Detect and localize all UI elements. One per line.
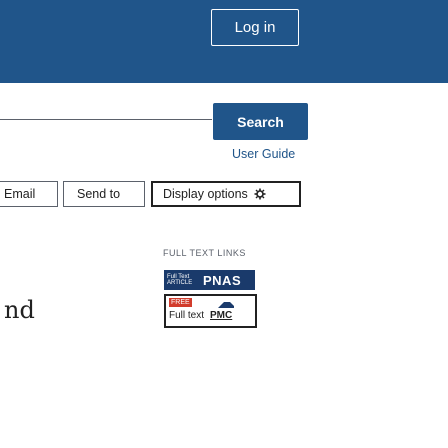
user-guide-link[interactable]: User Guide — [232, 147, 295, 161]
header-divider — [0, 83, 448, 84]
display-options-button[interactable]: Display options — [151, 181, 301, 207]
pmc-free-full-text-link[interactable]: FREE Full text PMC — [164, 294, 257, 328]
pmc-text-row: Full text PMC — [169, 310, 232, 321]
email-label: Email — [4, 187, 36, 201]
free-badge: FREE — [169, 298, 192, 307]
search-input-underline[interactable] — [0, 119, 212, 120]
pmc-label: PMC — [210, 310, 233, 321]
pmc-full-text-label: Full text — [169, 310, 205, 321]
full-text-links-heading: FULL TEXT LINKS — [163, 248, 246, 258]
display-options-label: Display options — [163, 187, 248, 201]
send-to-button[interactable]: Send to — [63, 181, 145, 207]
email-button[interactable]: Email — [0, 181, 58, 207]
pmc-icon — [216, 298, 236, 310]
site-header: Log in — [0, 0, 448, 83]
login-button[interactable]: Log in — [211, 9, 299, 46]
pnas-full-text-link[interactable]: Full Text ARTICLE PNAS — [164, 270, 255, 290]
gear-icon — [254, 188, 266, 200]
search-button[interactable]: Search — [213, 103, 308, 140]
pnas-article-label: ARTICLE — [167, 280, 193, 286]
send-to-label: Send to — [77, 187, 121, 201]
article-title-fragment: nd — [4, 296, 35, 324]
pnas-left-text: Full Text ARTICLE — [164, 274, 203, 286]
pnas-logo-text: PNAS — [203, 272, 242, 288]
